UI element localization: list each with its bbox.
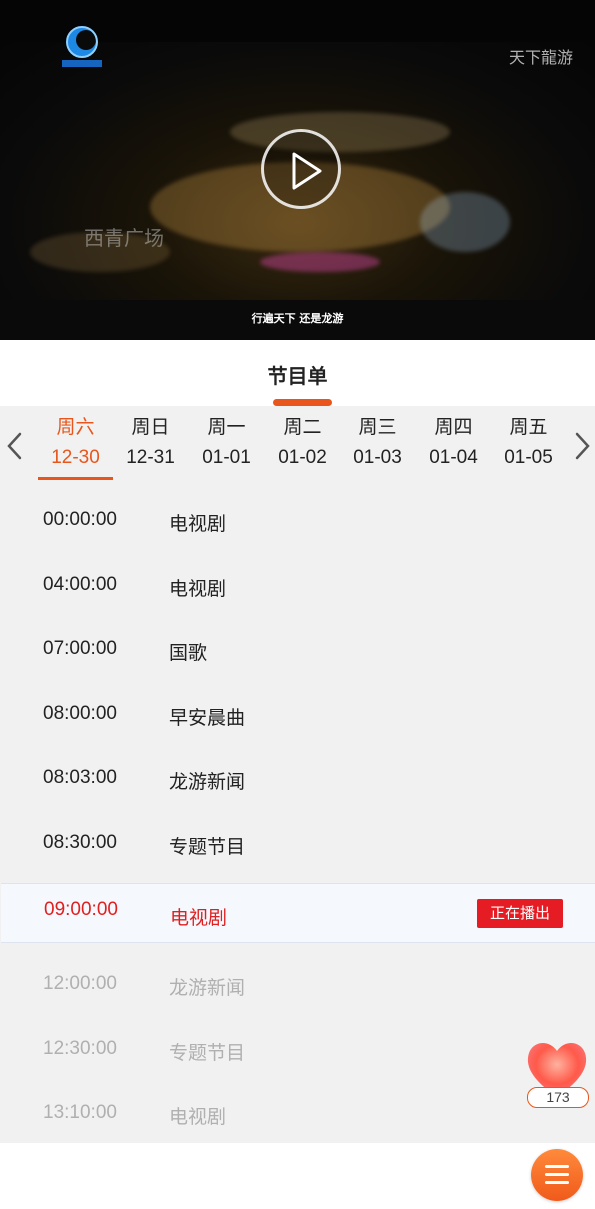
day-tab[interactable]: 周六 12-30 (38, 406, 113, 482)
program-row[interactable]: 00:00:00 电视剧 (0, 487, 595, 551)
program-name: 早安晨曲 (169, 707, 246, 729)
program-name: 专题节目 (169, 1042, 246, 1064)
program-name: 龙游新闻 (169, 977, 246, 999)
program-row[interactable]: 08:30:00 专题节目 (0, 810, 595, 874)
program-name: 电视剧 (169, 513, 227, 535)
program-name: 龙游新闻 (169, 771, 246, 793)
prev-week-arrow-icon[interactable] (3, 426, 27, 466)
program-name: 专题节目 (169, 836, 246, 858)
day-tab-weekday: 周四 (434, 416, 473, 438)
day-tab-weekday: 周日 (131, 416, 170, 438)
program-name: 电视剧 (169, 578, 227, 600)
day-tab-date: 01-04 (429, 447, 478, 468)
day-tab[interactable]: 周日 12-31 (113, 406, 188, 482)
now-playing-badge: 正在播出 (477, 899, 563, 928)
video-player[interactable]: 天下龍游 西青广场 行遍天下 还是龙游 (0, 0, 595, 340)
day-tab-weekday: 周五 (509, 416, 548, 438)
day-tab[interactable]: 周三 01-03 (340, 406, 415, 482)
day-tab-date: 12-31 (126, 447, 175, 468)
program-name: 国歌 (169, 642, 208, 664)
day-tab-weekday: 周二 (283, 416, 322, 438)
program-row-now-playing[interactable]: 09:00:00 电视剧 正在播出 (1, 883, 595, 943)
program-time: 08:03:00 (43, 767, 117, 788)
program-time: 12:00:00 (43, 973, 117, 994)
day-tab-weekday: 周三 (358, 416, 397, 438)
program-time: 07:00:00 (43, 638, 117, 659)
day-tab[interactable]: 周四 01-04 (416, 406, 491, 482)
page-title: 节目单 (267, 364, 328, 388)
program-time: 00:00:00 (43, 509, 117, 530)
menu-button[interactable] (531, 1149, 583, 1201)
play-icon (292, 152, 322, 190)
play-button[interactable] (261, 129, 341, 209)
day-tab[interactable]: 周五 01-05 (491, 406, 566, 482)
next-week-arrow-icon[interactable] (570, 426, 594, 466)
scene-watermark: 西青广场 (84, 226, 164, 250)
program-name: 电视剧 (169, 1106, 227, 1128)
menu-icon-bar (545, 1173, 569, 1176)
program-row[interactable]: 08:00:00 早安晨曲 (0, 681, 595, 745)
program-time: 13:10:00 (43, 1102, 117, 1123)
program-row[interactable]: 07:00:00 国歌 (0, 616, 595, 680)
program-time: 09:00:00 (44, 899, 118, 920)
channel-logo-icon (62, 26, 102, 67)
schedule-panel: 周六 12-30 周日 12-31 周一 01-01 周二 01-02 周三 0… (0, 406, 595, 1143)
menu-icon-bar (545, 1181, 569, 1184)
day-tab-date: 12-30 (51, 447, 100, 468)
program-name: 电视剧 (170, 907, 228, 929)
day-tab[interactable]: 周一 01-01 (189, 406, 264, 482)
schedule-header: 节目单 (0, 340, 595, 406)
day-tab-date: 01-03 (353, 447, 402, 468)
program-time: 08:00:00 (43, 703, 117, 724)
program-row[interactable]: 08:03:00 龙游新闻 (0, 745, 595, 809)
day-tab-date: 01-02 (278, 447, 327, 468)
day-tab-weekday: 周一 (207, 416, 246, 438)
day-tab[interactable]: 周二 01-02 (265, 406, 340, 482)
program-time: 12:30:00 (43, 1038, 117, 1059)
video-caption: 行遍天下 还是龙游 (0, 300, 595, 340)
program-time: 08:30:00 (43, 832, 117, 853)
brand-watermark: 天下龍游 (508, 48, 573, 67)
like-count: 173 (527, 1087, 589, 1108)
active-day-indicator (38, 477, 113, 480)
program-row[interactable]: 12:00:00 龙游新闻 (0, 951, 595, 1015)
program-row[interactable]: 13:10:00 电视剧 (0, 1080, 595, 1144)
day-tab-date: 01-05 (504, 447, 553, 468)
title-underline (273, 399, 332, 406)
day-tab-date: 01-01 (202, 447, 251, 468)
menu-icon (545, 1165, 569, 1168)
program-row[interactable]: 04:00:00 电视剧 (0, 552, 595, 616)
day-tab-weekday: 周六 (56, 416, 95, 438)
program-row[interactable]: 12:30:00 专题节目 (0, 1016, 595, 1080)
program-time: 04:00:00 (43, 574, 117, 595)
